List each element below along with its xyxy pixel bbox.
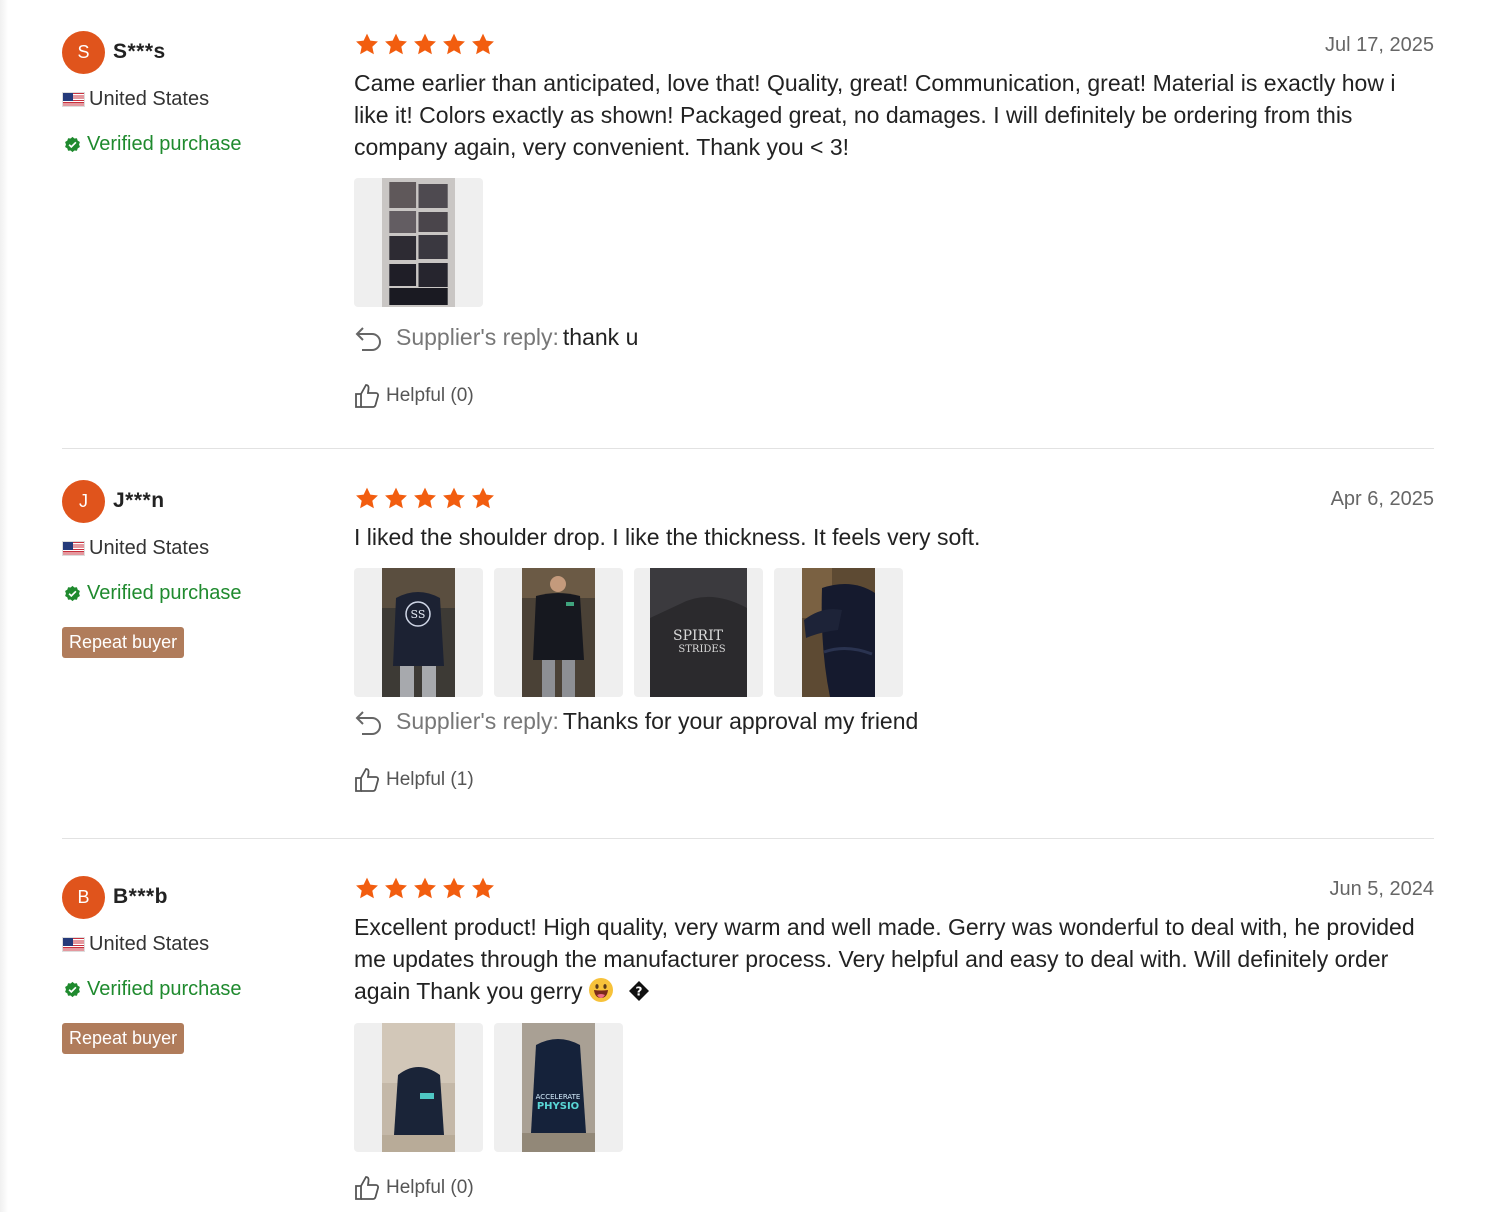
review-photo[interactable]: SS bbox=[354, 568, 483, 697]
us-flag-icon bbox=[62, 937, 85, 952]
replacement-character-icon: ? bbox=[629, 981, 650, 1001]
reviewer-country: United States bbox=[62, 537, 322, 560]
review-text: Excellent product! High quality, very wa… bbox=[354, 911, 1434, 1007]
review-photos bbox=[354, 178, 483, 307]
svg-text:ACCELERATE: ACCELERATE bbox=[536, 1093, 581, 1101]
star-icon bbox=[414, 33, 436, 55]
star-icon bbox=[472, 33, 494, 55]
avatar: B bbox=[62, 875, 105, 919]
star-icon bbox=[414, 877, 436, 899]
review-photo[interactable] bbox=[354, 178, 483, 307]
page-left-edge bbox=[0, 0, 8, 1212]
review-date: Apr 6, 2025 bbox=[1330, 488, 1434, 510]
us-flag-icon bbox=[62, 92, 85, 107]
verified-check-icon bbox=[65, 981, 80, 998]
review-photo[interactable] bbox=[354, 1023, 483, 1152]
helpful-button[interactable]: Helpful (1) bbox=[354, 767, 474, 793]
reviewer-name: S***s bbox=[113, 40, 166, 63]
review-photo[interactable] bbox=[494, 568, 623, 697]
review-photo[interactable]: SPIRIT STRIDES bbox=[634, 568, 763, 697]
reviewer-name: J***n bbox=[113, 489, 165, 512]
star-icon bbox=[385, 487, 407, 509]
verified-purchase-badge: Verified purchase bbox=[62, 133, 322, 156]
verified-purchase-badge: Verified purchase bbox=[62, 582, 322, 605]
star-icon bbox=[443, 33, 465, 55]
review-list: S S***s United States Verified purchase … bbox=[62, 0, 1434, 1212]
helpful-button[interactable]: Helpful (0) bbox=[354, 383, 474, 409]
star-icon bbox=[356, 877, 378, 899]
thumbs-up-icon bbox=[355, 1176, 380, 1200]
star-icon bbox=[443, 487, 465, 509]
svg-text:?: ? bbox=[636, 985, 643, 999]
svg-text:STRIDES: STRIDES bbox=[678, 644, 725, 655]
thumbs-up-icon bbox=[355, 384, 380, 408]
review-item: S S***s United States Verified purchase … bbox=[62, 0, 1434, 449]
star-icon bbox=[472, 487, 494, 509]
reviewer-info: S S***s United States Verified purchase bbox=[62, 30, 322, 156]
star-icon bbox=[385, 33, 407, 55]
svg-text:SPIRIT: SPIRIT bbox=[673, 628, 724, 644]
review-text-body: Excellent product! High quality, very wa… bbox=[354, 914, 1415, 1004]
reply-arrow-icon bbox=[355, 710, 381, 735]
star-icon bbox=[472, 877, 494, 899]
avatar: S bbox=[62, 30, 105, 74]
reply-arrow-icon bbox=[355, 326, 381, 351]
reviewer-info: J J***n United States Verified purchase … bbox=[62, 479, 322, 658]
grinning-face-emoji bbox=[589, 978, 614, 1002]
repeat-buyer-badge: Repeat buyer bbox=[62, 627, 185, 658]
avatar: J bbox=[62, 479, 105, 523]
supplier-reply: Supplier's reply: thank u bbox=[354, 324, 638, 351]
reviewer-country: United States bbox=[62, 933, 322, 956]
us-flag-icon bbox=[62, 541, 85, 556]
reviewer-name: B***b bbox=[113, 885, 169, 908]
star-icon bbox=[356, 487, 378, 509]
review-item: J J***n United States Verified purchase … bbox=[62, 449, 1434, 839]
review-item: B B***b United States Verified purchase … bbox=[62, 839, 1434, 1212]
review-date: Jul 17, 2025 bbox=[1325, 34, 1434, 56]
star-rating bbox=[354, 876, 496, 901]
review-photos: ACCELERATE PHYSIO bbox=[354, 1023, 623, 1152]
thumbs-up-icon bbox=[355, 768, 380, 792]
reviewer-info: B B***b United States Verified purchase … bbox=[62, 875, 322, 1054]
verified-check-icon bbox=[65, 136, 80, 153]
star-icon bbox=[414, 487, 436, 509]
svg-text:SS: SS bbox=[411, 608, 426, 621]
star-rating bbox=[354, 486, 496, 511]
supplier-reply: Supplier's reply: Thanks for your approv… bbox=[354, 708, 918, 735]
verified-purchase-badge: Verified purchase bbox=[62, 978, 322, 1001]
review-date: Jun 5, 2024 bbox=[1329, 878, 1434, 900]
repeat-buyer-badge: Repeat buyer bbox=[62, 1023, 185, 1054]
review-photo[interactable]: ACCELERATE PHYSIO bbox=[494, 1023, 623, 1152]
verified-check-icon bbox=[65, 585, 80, 602]
review-photos: SS SPIRIT STRIDES bbox=[354, 568, 903, 697]
reviewer-country: United States bbox=[62, 88, 322, 111]
review-text: I liked the shoulder drop. I like the th… bbox=[354, 524, 981, 550]
star-icon bbox=[443, 877, 465, 899]
star-icon bbox=[385, 877, 407, 899]
helpful-button[interactable]: Helpful (0) bbox=[354, 1175, 474, 1201]
review-text: Came earlier than anticipated, love that… bbox=[354, 70, 1396, 160]
star-rating bbox=[354, 32, 496, 57]
star-icon bbox=[356, 33, 378, 55]
review-photo[interactable] bbox=[774, 568, 903, 697]
svg-text:PHYSIO: PHYSIO bbox=[537, 1101, 579, 1112]
